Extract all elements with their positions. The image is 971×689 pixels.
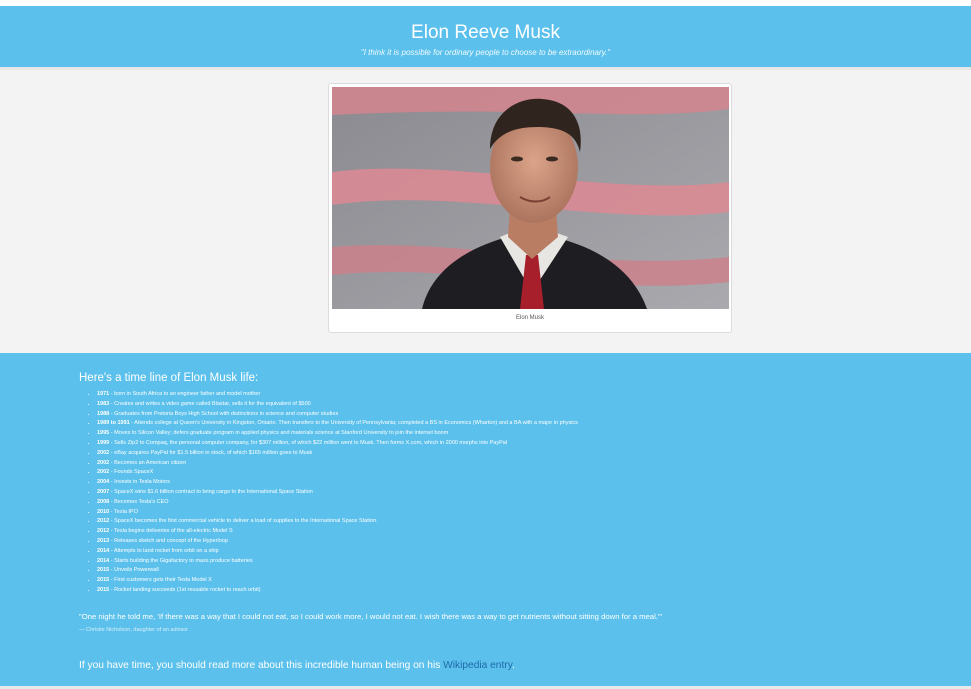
timeline-text: - eBay acquires PayPal for $1.5 billion …: [109, 449, 313, 456]
timeline-item: 1971 - born in South Africa to an engine…: [97, 390, 897, 400]
timeline-item: 2002 - Founds SpaceX: [97, 468, 897, 478]
timeline-year: 2002: [97, 459, 110, 466]
wikipedia-link[interactable]: Wikipedia entry: [443, 660, 512, 671]
timeline-text: - Tesla IPO: [109, 508, 138, 515]
timeline-text: - Founds SpaceX: [109, 469, 154, 476]
timeline-heading: Here's a time line of Elon Musk life:: [79, 372, 259, 384]
musk-quote: "One night he told me, 'If there was a w…: [79, 612, 663, 621]
timeline-item: 2015 - Rocket landing succeeds (1st reus…: [97, 586, 897, 596]
timeline-year: 2008: [97, 498, 110, 505]
timeline-text: - Releases sketch and concept of the Hyp…: [109, 537, 228, 544]
timeline-item: 2002 - Becomes an American citizen: [97, 459, 897, 469]
footer-text-after: .: [512, 660, 515, 671]
photo-section: Elon Musk: [0, 70, 971, 357]
timeline-text: - Becomes an American citizen: [109, 459, 187, 466]
timeline-year: 2007: [97, 488, 110, 495]
timeline-item: 1989 to 1991 - Attends college at Queen'…: [97, 419, 897, 429]
timeline-year: 2014: [97, 557, 110, 564]
timeline-year: 2013: [97, 537, 110, 544]
timeline-item: 1983 - Creates and writes a video game c…: [97, 400, 897, 410]
timeline-item: 1988 - Graduates from Pretoria Boys High…: [97, 410, 897, 420]
footer-text: If you have time, you should read more a…: [79, 660, 515, 671]
timeline-year: 2015: [97, 577, 110, 584]
timeline-item: 2013 - Releases sketch and concept of th…: [97, 537, 897, 547]
timeline-text: - Unveils Powerwall: [109, 567, 159, 574]
timeline-item: 2010 - Tesla IPO: [97, 508, 897, 518]
timeline-year: 1999: [97, 439, 110, 446]
timeline-year: 1989 to 1991: [97, 420, 130, 427]
timeline-year: 2002: [97, 449, 110, 456]
timeline-text: - Creates and writes a video game called…: [109, 400, 311, 407]
timeline-item: 2015 - First customers gets their Tesla …: [97, 576, 897, 586]
timeline-year: 2012: [97, 518, 110, 525]
timeline-text: - Tesla begins deliveries of the all-ele…: [109, 528, 233, 535]
timeline-text: - Sells Zip2 to Compaq, the personal com…: [109, 439, 508, 446]
timeline-text: - SpaceX becomes the first commercial ve…: [109, 518, 378, 525]
timeline-year: 2012: [97, 528, 110, 535]
timeline-item: 2002 - eBay acquires PayPal for $1.5 bil…: [97, 449, 897, 459]
timeline-item: 2004 - Invests in Tesla Motors: [97, 478, 897, 488]
timeline-year: 1995: [97, 430, 110, 437]
timeline-item: 1995 - Moves to Silicon Valley; defers g…: [97, 429, 897, 439]
timeline-year: 2015: [97, 567, 110, 574]
timeline-item: 2007 - SpaceX wins $1.6 billion contract…: [97, 488, 897, 498]
timeline-text: - Attends college at Queen's University …: [129, 420, 578, 427]
timeline-item: 2012 - SpaceX becomes the first commerci…: [97, 517, 897, 527]
timeline-year: 2015: [97, 586, 110, 593]
timeline-year: 2004: [97, 479, 110, 486]
timeline-year: 2014: [97, 547, 110, 554]
portrait-illustration: [332, 87, 729, 309]
timeline-text: - Starts building the Gigafactory to mas…: [109, 557, 253, 564]
page-title: Elon Reeve Musk: [411, 22, 560, 43]
timeline-text: - Invests in Tesla Motors: [109, 479, 170, 486]
portrait-photo: [332, 87, 729, 309]
timeline-item: 1999 - Sells Zip2 to Compaq, the persona…: [97, 439, 897, 449]
timeline-text: - Rocket landing succeeds (1st reusable …: [109, 586, 261, 593]
timeline-section: Here's a time line of Elon Musk life: 19…: [0, 353, 971, 689]
timeline-year: 1988: [97, 410, 110, 417]
timeline-year: 2002: [97, 469, 110, 476]
timeline-item: 2014 - Starts building the Gigafactory t…: [97, 557, 897, 567]
quote-author: — Christie Nicholson, daughter of an adv…: [79, 627, 189, 633]
timeline-text: - Graduates from Pretoria Boys High Scho…: [109, 410, 339, 417]
header-quote: "I think it is possible for ordinary peo…: [360, 48, 611, 57]
timeline-text: - First customers gets their Tesla Model…: [109, 577, 212, 584]
timeline-item: 2008 - Becomes Tesla's CEO: [97, 498, 897, 508]
footer-text-before: If you have time, you should read more a…: [79, 660, 444, 671]
timeline-text: - Attempts to land rocket from orbit on …: [109, 547, 219, 554]
timeline-text: - Moves to Silicon Valley; defers gradua…: [109, 430, 449, 437]
timeline-item: 2015 - Unveils Powerwall: [97, 566, 897, 576]
timeline-year: 1983: [97, 400, 110, 407]
timeline-text: - Becomes Tesla's CEO: [109, 498, 169, 505]
timeline-list: 1971 - born in South Africa to an engine…: [79, 390, 897, 596]
timeline-text: - born in South Africa to an engineer fa…: [109, 391, 261, 397]
timeline-year: 2010: [97, 508, 110, 515]
photo-caption: Elon Musk: [515, 315, 544, 321]
timeline-year: 1971: [97, 391, 110, 397]
timeline-item: 2014 - Attempts to land rocket from orbi…: [97, 547, 897, 557]
page-header: Elon Reeve Musk "I think it is possible …: [0, 6, 971, 70]
timeline-item: 2012 - Tesla begins deliveries of the al…: [97, 527, 897, 537]
photo-thumbnail: Elon Musk: [328, 83, 732, 333]
timeline-text: - SpaceX wins $1.6 billion contract to b…: [109, 488, 313, 495]
